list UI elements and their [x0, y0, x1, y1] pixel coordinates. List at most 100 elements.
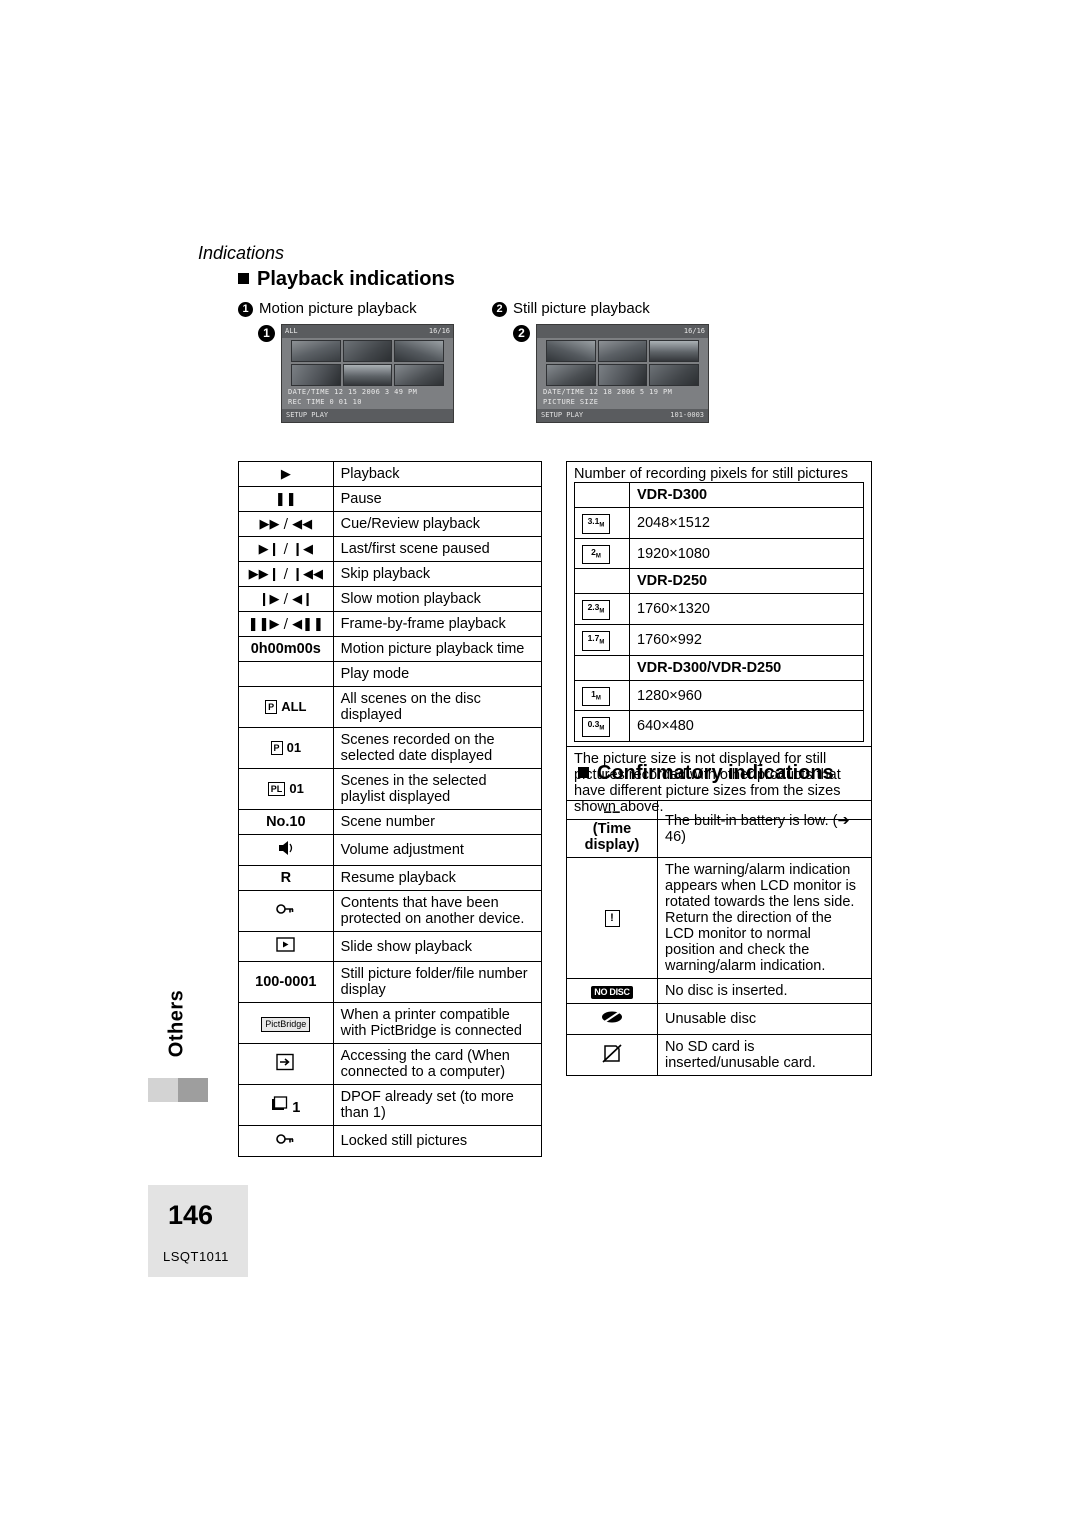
- table-row: 1M 1280×960: [574, 679, 864, 712]
- table-row: VDR-D250: [574, 568, 864, 595]
- playback-description-cell: Scenes in the selected playlist displaye…: [332, 768, 543, 810]
- lcd1-topbar: ALL 16/16: [282, 325, 453, 338]
- table-row: Volume adjustment: [238, 834, 543, 866]
- model-name: VDR-D300: [629, 482, 864, 508]
- table-row: 2M 1920×1080: [574, 537, 864, 570]
- table-row: No SD card is inserted/unusable card.: [566, 1034, 872, 1076]
- heading-playback-indications: Playback indications: [238, 268, 455, 291]
- playback-description-cell: Motion picture playback time: [332, 636, 543, 662]
- callout-2-label: Still picture playback: [513, 300, 650, 317]
- table-row: 1 DPOF already set (to more than 1): [238, 1084, 543, 1126]
- table-row: ! The warning/alarm indication appears wh…: [566, 857, 872, 979]
- playlist-mode-icon: PL 01: [267, 781, 304, 797]
- playback-icon-cell: ❙▶ / ◀❙: [238, 586, 334, 612]
- playback-description-cell: Skip playback: [332, 561, 543, 587]
- unusable-disc-icon: [601, 1010, 624, 1030]
- playback-description-cell: Slide show playback: [332, 931, 543, 962]
- indicator-text: R: [280, 870, 292, 886]
- table-row: ❙▶ / ◀❙ Slow motion playback: [238, 586, 543, 612]
- pixel-size-icon-cell: 1M: [574, 679, 630, 712]
- lcd1-line2: REC TIME 0 01 10: [288, 398, 362, 406]
- lcd2-thumbnail-grid: [546, 340, 699, 386]
- callout-2: 2 Still picture playback: [492, 300, 650, 317]
- pixel-size-icon-cell: 3.1M: [574, 507, 630, 539]
- playback-description-cell: Scenes recorded on the selected date dis…: [332, 727, 543, 769]
- side-tab-label: Others: [165, 989, 188, 1058]
- pictbridge-icon: PictBridge: [261, 1016, 311, 1032]
- table-row: Accessing the card (When connected to a …: [238, 1043, 543, 1085]
- table-row: ▶▶❙ / ❙◀◀ Skip playback: [238, 561, 543, 587]
- pixel-value: 1920×1080: [629, 537, 864, 570]
- indicator-text: No.10: [266, 814, 306, 830]
- picture-size-icon: 1.7M: [582, 631, 610, 651]
- indicator-text: 100-0001: [255, 974, 317, 990]
- section-title: Indications: [198, 243, 285, 263]
- playback-icon-cell: PictBridge: [238, 1002, 334, 1044]
- playback-symbol-icon: ❚❚: [274, 492, 297, 507]
- playback-icon-cell: [238, 931, 334, 962]
- lcd-screenshot-motion-picture: ALL 16/16 DATE/TIME 12 15 2006 3 49 PM R…: [281, 324, 454, 423]
- pixels-heading-cell: Number of recording pixels for still pic…: [566, 460, 872, 748]
- lcd1-top-right: 16/16: [428, 327, 450, 335]
- playback-description-cell: Play mode: [332, 661, 543, 687]
- lcd2-bottom-right: 101-0003: [670, 411, 704, 419]
- lcd1-thumbnail-grid: [291, 340, 444, 386]
- bullet-square-icon: [238, 273, 249, 284]
- confirmatory-icon-cell: !: [566, 857, 658, 979]
- playback-description-cell: When a printer compatible with PictBridg…: [332, 1002, 543, 1044]
- lcd1-thumb: [342, 364, 393, 386]
- lcd2-line1: DATE/TIME 12 18 2006 5 19 PM: [543, 388, 673, 396]
- page-canvas: Others Indications Playback indications …: [0, 0, 1080, 1528]
- playback-description-cell: Scene number: [332, 809, 543, 835]
- pixel-size-icon-cell: 1.7M: [574, 624, 630, 656]
- playback-description-cell: Still picture folder/file number display: [332, 961, 543, 1003]
- lcd2-thumb: [597, 340, 648, 362]
- model-icon-cell: [574, 482, 630, 508]
- playback-icon-cell: ▶▶ / ◀◀: [238, 511, 334, 537]
- playback-description-cell: Frame-by-frame playback: [332, 611, 543, 637]
- playback-icon-cell: ▶: [238, 461, 334, 487]
- alert-icon: !: [604, 910, 620, 927]
- lcd1-bottombar: SETUP PLAY: [282, 409, 453, 422]
- table-row: −− (Time display) The built-in battery is …: [566, 800, 872, 858]
- playback-icon-cell: [238, 661, 334, 687]
- confirmatory-icon-cell: [566, 1034, 658, 1076]
- playback-icon-cell: 100-0001: [238, 961, 334, 1003]
- table-row: ❚❚▶ / ◀❚❚ Frame-by-frame playback: [238, 611, 543, 637]
- table-row: ▶▶ / ◀◀ Cue/Review playback: [238, 511, 543, 537]
- time-display-label: −− (Time display): [584, 805, 640, 853]
- callout-1-label: Motion picture playback: [259, 300, 417, 317]
- lcd-screenshot-still-picture: 16/16 DATE/TIME 12 18 2006 5 19 PM PICTU…: [536, 324, 709, 423]
- playback-icon-cell: R: [238, 865, 334, 891]
- lcd1-thumb: [291, 364, 341, 386]
- lcd1-thumb: [291, 340, 341, 362]
- table-row: P ALL All scenes on the disc displayed: [238, 686, 543, 728]
- callout-1: 1 Motion picture playback: [238, 300, 417, 317]
- lcd1-thumb: [394, 364, 444, 386]
- playback-icon-cell: [238, 890, 334, 932]
- lcd2-topbar: 16/16: [537, 325, 708, 338]
- lcd1-bottom-left: SETUP PLAY: [286, 411, 329, 419]
- lcd2-thumb: [649, 364, 699, 386]
- playback-symbol-icon: ❚❚▶ / ◀❚❚: [247, 617, 324, 632]
- table-row: Play mode: [238, 661, 543, 687]
- playback-icon-cell: [238, 834, 334, 866]
- playback-description-cell: Locked still pictures: [332, 1125, 543, 1157]
- table-row: 1.7M 1760×992: [574, 624, 864, 656]
- playback-icon-cell: 1: [238, 1084, 334, 1126]
- table-row: Slide show playback: [238, 931, 543, 962]
- picture-size-icon: 2.3M: [582, 600, 610, 621]
- playback-symbol-icon: ▶: [280, 467, 291, 482]
- key-icon: [276, 904, 295, 922]
- playback-symbol-icon: ❙▶ / ◀❙: [258, 592, 314, 607]
- table-row: PL 01 Scenes in the selected playlist dis…: [238, 768, 543, 810]
- callout-2-marker: 2: [513, 325, 530, 342]
- confirmatory-description-cell: No disc is inserted.: [657, 978, 872, 1004]
- table-row: VDR-D300/VDR-D250: [574, 654, 864, 681]
- pixel-value: 2048×1512: [629, 507, 864, 539]
- lcd1-top-left: ALL: [285, 327, 298, 335]
- no-disc-icon: NO DISC: [591, 986, 633, 999]
- pixel-size-icon-cell: 2M: [574, 537, 630, 570]
- side-tab-blocks: [148, 1078, 208, 1102]
- playback-description-cell: Slow motion playback: [332, 586, 543, 612]
